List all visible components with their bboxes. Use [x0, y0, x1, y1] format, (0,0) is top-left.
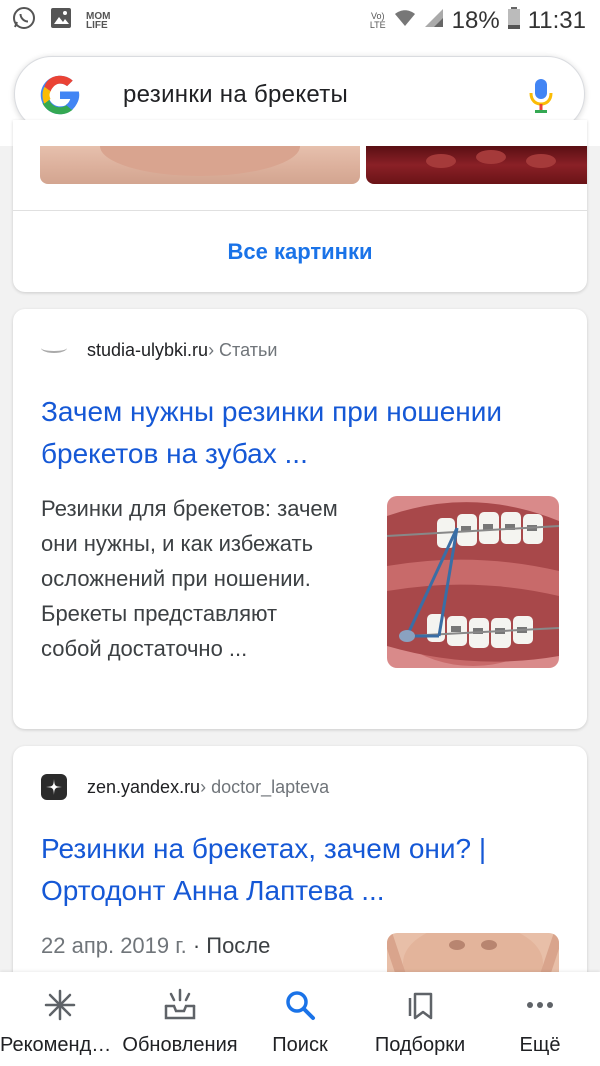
clock: 11:31 [527, 7, 586, 34]
more-dots-icon [523, 988, 557, 1022]
zen-favicon-icon [41, 774, 67, 800]
all-images-link[interactable]: Все картинки [13, 211, 587, 292]
images-card: Все картинки [13, 120, 587, 292]
search-input[interactable]: резинки на брекеты [123, 81, 348, 109]
image-thumbnail[interactable] [40, 146, 360, 184]
result-source[interactable]: zen.yandex.ru › doctor_lapteva [41, 774, 329, 800]
google-logo-icon[interactable] [39, 74, 81, 116]
nav-label: Обновления [122, 1034, 238, 1056]
nav-item-search[interactable]: Поиск [240, 972, 360, 1066]
nav-label: Поиск [272, 1034, 328, 1056]
asterisk-icon [43, 988, 77, 1022]
result-thumbnail[interactable] [387, 496, 559, 668]
collections-icon [403, 988, 437, 1022]
result-snippet: Резинки для брекетов: зачем они нужны, и… [41, 496, 338, 661]
search-icon [283, 988, 317, 1022]
search-result-card: studia-ulybki.ru › Статьи Зачем нужны ре… [13, 309, 587, 729]
result-title-link[interactable]: Резинки на брекетах, зачем они? | Ортодо… [41, 828, 561, 912]
result-source[interactable]: studia-ulybki.ru › Статьи [41, 337, 277, 363]
microphone-icon[interactable] [529, 79, 553, 113]
nav-item-collections[interactable]: Подборки [360, 972, 480, 1066]
signal-icon [424, 7, 444, 35]
nav-label: Рекомендации [0, 1034, 120, 1056]
nav-label: Подборки [374, 1034, 466, 1056]
result-date: 22 апр. 2019 г. [41, 933, 187, 958]
nav-item-updates[interactable]: Обновления [120, 972, 240, 1066]
source-domain: zen.yandex.ru [87, 776, 201, 797]
inbox-updates-icon [163, 988, 197, 1022]
source-domain: studia-ulybki.ru [87, 339, 209, 360]
gallery-icon [50, 7, 72, 36]
site-favicon-icon [41, 337, 67, 363]
volte-icon: Vo) LTE [369, 11, 386, 30]
source-path: › Статьи [208, 339, 278, 360]
image-thumbnail[interactable] [366, 146, 587, 184]
nav-item-more[interactable]: Ещё [480, 972, 600, 1066]
mom-life-icon: MOM LIFE [86, 11, 111, 31]
source-path: › doctor_lapteva [200, 776, 330, 797]
nav-label: Ещё [519, 1034, 561, 1056]
bottom-navigation: Рекомендации Обновления Поиск [0, 972, 600, 1066]
result-title-link[interactable]: Зачем нужны резинки при ношении брекетов… [41, 391, 561, 475]
status-bar: MOM LIFE Vo) LTE 18% 11:31 [0, 0, 600, 42]
battery-percent: 18% [451, 7, 500, 34]
whatsapp-icon [12, 6, 36, 37]
nav-item-recommendations[interactable]: Рекомендации [0, 972, 120, 1066]
search-result-card: zen.yandex.ru › doctor_lapteva Резинки н… [13, 746, 587, 986]
result-snippet: 22 апр. 2019 г. · После [41, 928, 361, 963]
battery-icon [507, 6, 520, 36]
snippet-text: · После [186, 933, 271, 958]
wifi-icon [394, 7, 416, 35]
